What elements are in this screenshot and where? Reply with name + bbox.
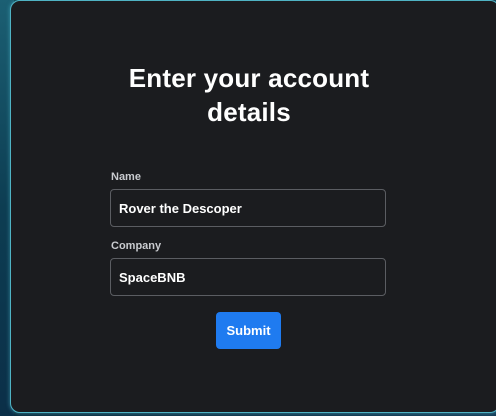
title-line-2: details xyxy=(207,97,291,127)
company-label: Company xyxy=(111,240,162,252)
name-field[interactable] xyxy=(110,189,386,227)
account-details-card: Enter your account details Name Company … xyxy=(10,0,496,413)
title-line-1: Enter your account xyxy=(128,63,370,93)
page-title: Enter your account details xyxy=(11,61,487,129)
company-field[interactable] xyxy=(110,258,386,296)
name-label: Name xyxy=(111,171,141,183)
submit-button[interactable]: Submit xyxy=(216,312,281,349)
